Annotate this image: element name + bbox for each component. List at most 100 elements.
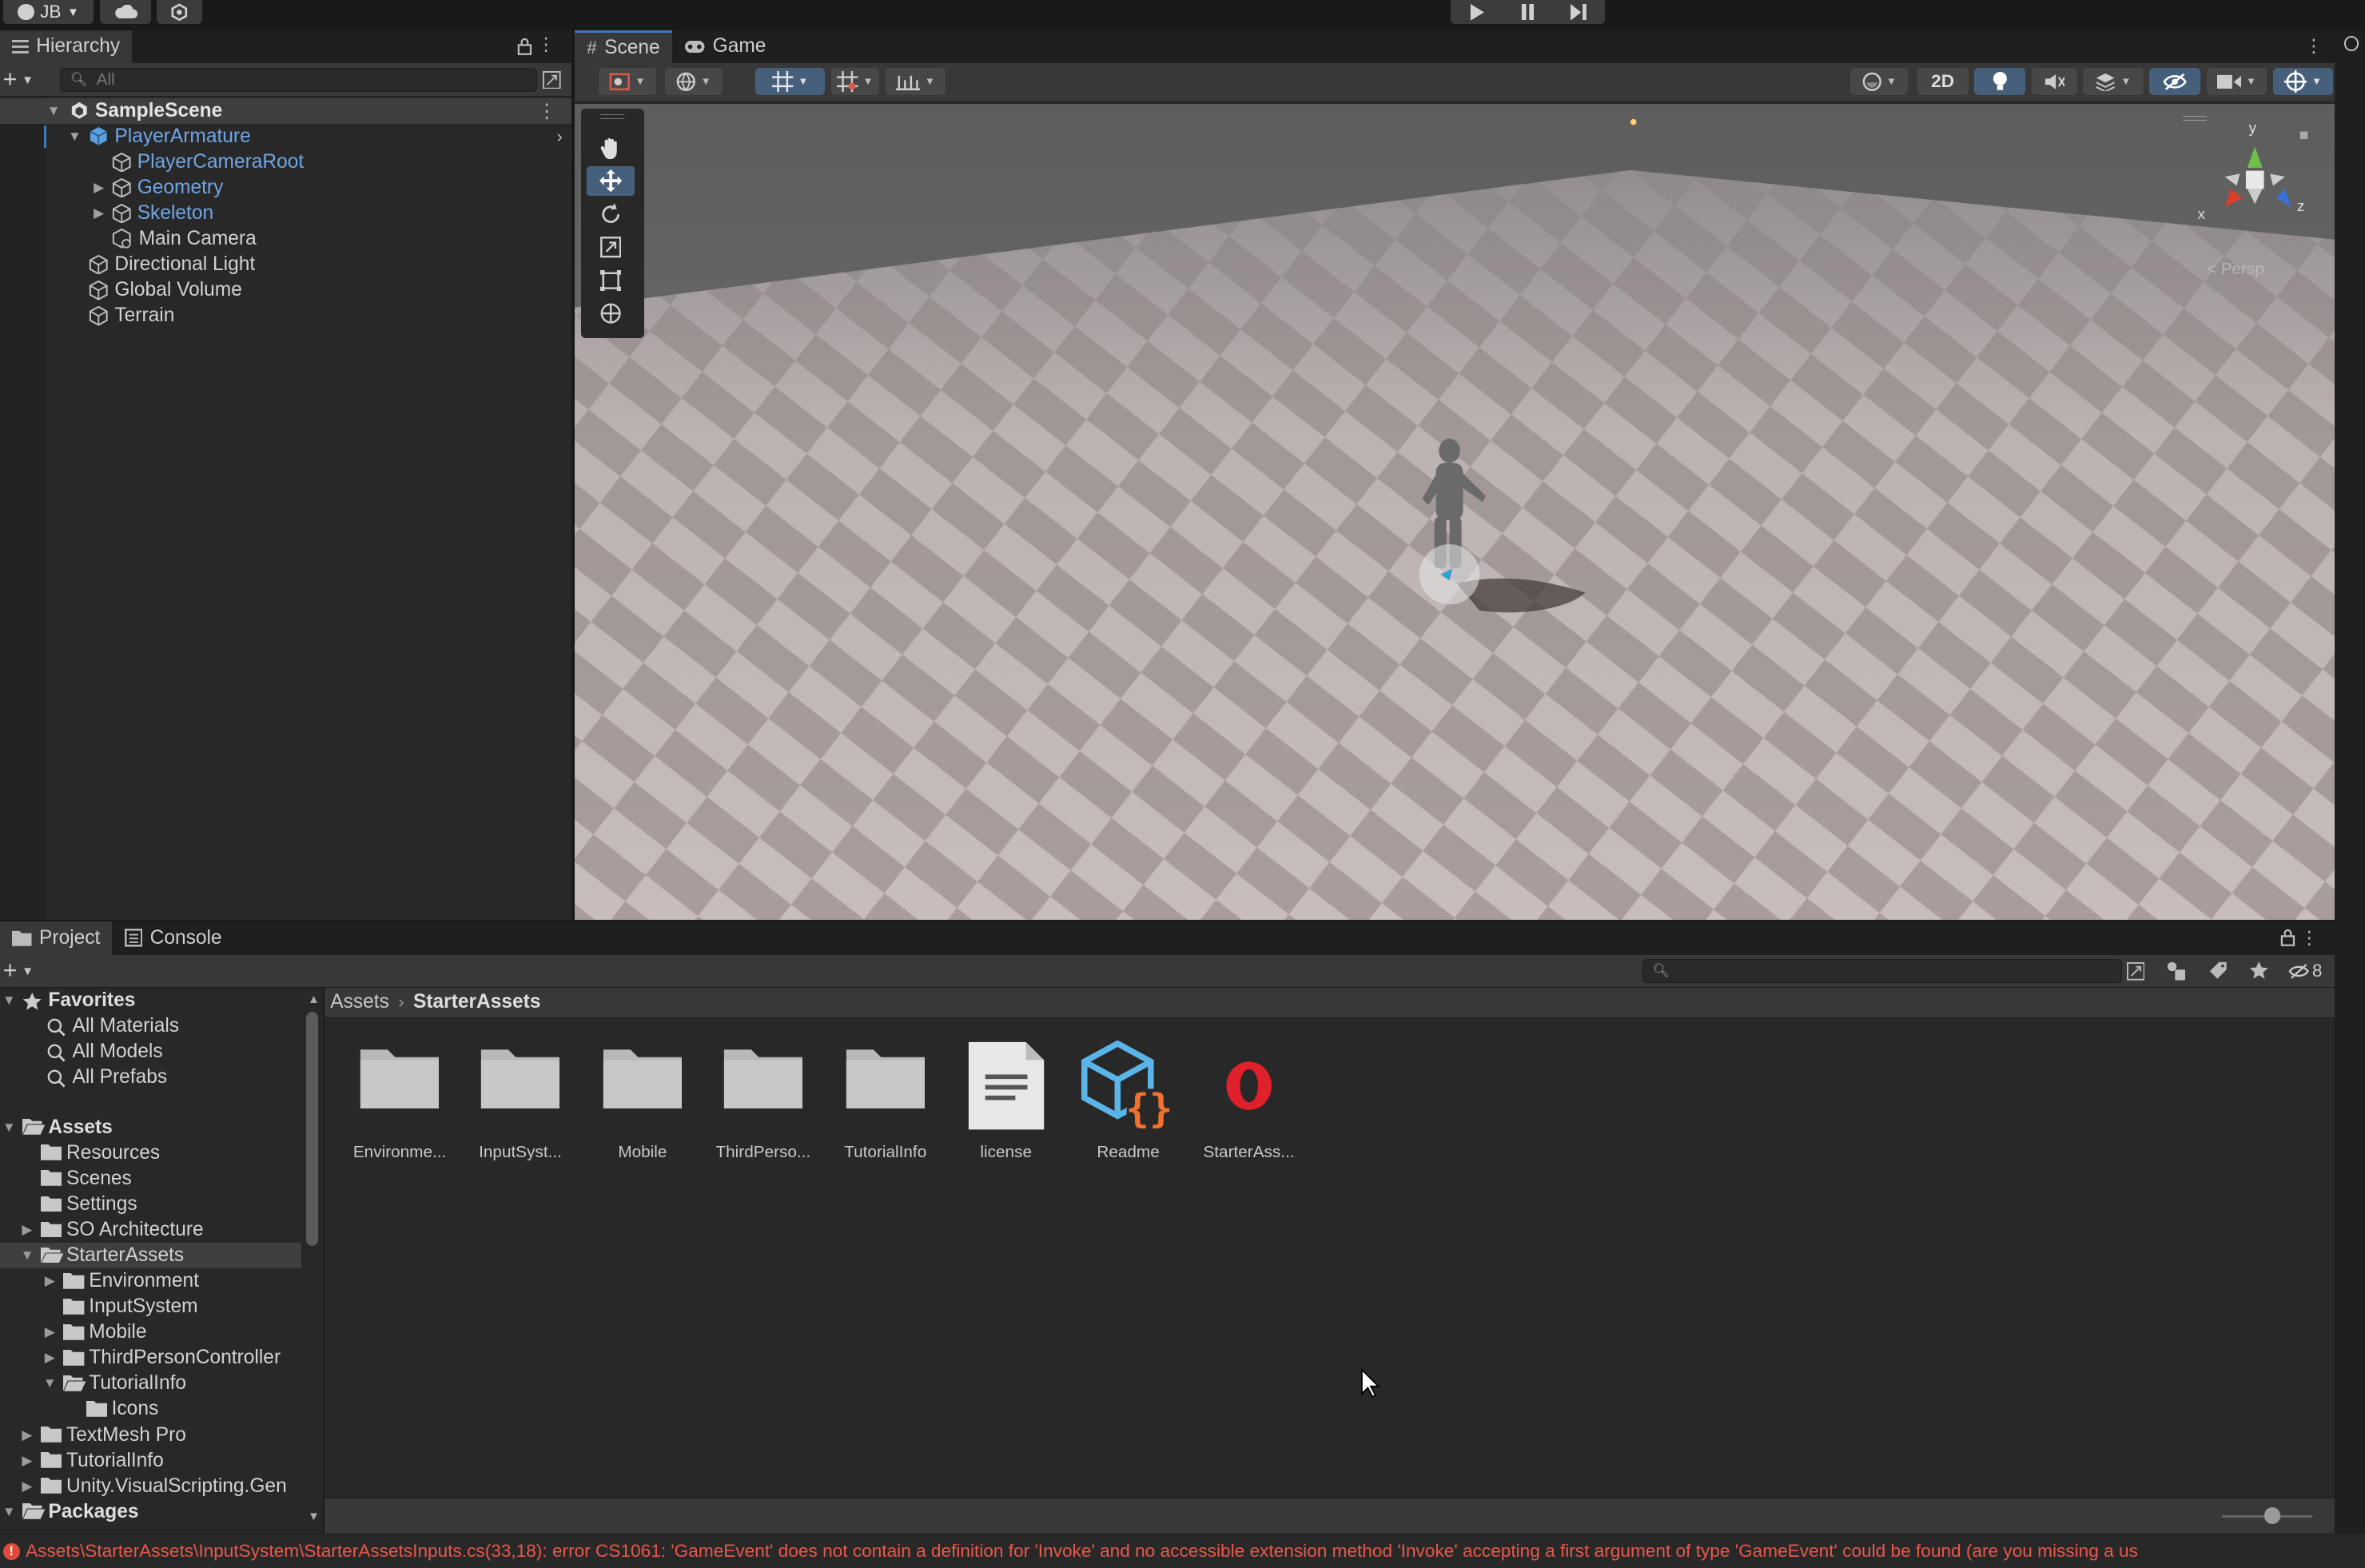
expand-arrow-right-icon[interactable]: ▶ (18, 1427, 37, 1443)
create-asset-button[interactable]: + ▼ (3, 957, 34, 985)
scroll-up-arrow-icon[interactable]: ▲ (308, 993, 320, 1006)
more-options-icon[interactable]: ⋮ (537, 35, 555, 54)
breadcrumb-starterassets[interactable]: StarterAssets (413, 991, 540, 1013)
expand-arrow-icon[interactable]: ▶ (90, 180, 107, 197)
status-bar[interactable]: ! Assets\StarterAssets\InputSystem\Start… (0, 1534, 2365, 1568)
hidden-packages-toggle[interactable]: 8 (2288, 961, 2322, 981)
hierarchy-item-main-camera[interactable]: Main Camera (0, 226, 571, 252)
expand-arrow-down-icon[interactable]: ▼ (41, 1375, 59, 1391)
lock-icon[interactable] (517, 38, 532, 56)
more-options-icon[interactable]: ⋮ (2305, 36, 2323, 57)
filter-by-label-icon[interactable] (2208, 961, 2228, 981)
hierarchy-item-terrain[interactable]: Terrain (0, 303, 571, 328)
more-options-icon[interactable]: ⋮ (537, 99, 557, 123)
asset-item-tutorialinfo[interactable]: TutorialInfo (826, 1041, 944, 1162)
drag-handle[interactable] (2182, 116, 2207, 121)
asset-item-readme[interactable]: {} Readme (1069, 1041, 1187, 1162)
project-search-input[interactable]: 🔍︎ (1642, 959, 2123, 984)
play-button[interactable] (1451, 0, 1503, 25)
favorite-star-icon[interactable] (2249, 961, 2269, 981)
scene-viewport[interactable]: y x z < Persp (574, 104, 2335, 921)
tab-scene[interactable]: # Scene (574, 30, 672, 64)
draw-mode-button[interactable]: ▼ (599, 67, 656, 95)
expand-arrow-right-icon[interactable]: ▶ (41, 1350, 59, 1366)
info-icon[interactable] (2343, 36, 2359, 52)
expand-arrow-down-icon[interactable]: ▼ (0, 1504, 18, 1520)
project-tree-item[interactable]: Settings (0, 1192, 301, 1217)
asset-item-mobile[interactable]: Mobile (583, 1041, 701, 1162)
filter-by-type-icon[interactable] (2166, 961, 2186, 981)
increment-snap-button[interactable]: ▼ (830, 67, 880, 95)
scroll-down-arrow-icon[interactable]: ▼ (308, 1510, 320, 1523)
project-tree-item[interactable]: ▶ TextMesh Pro (0, 1423, 301, 1448)
expand-arrow-down-icon[interactable]: ▼ (18, 1248, 37, 1264)
hierarchy-item-skeleton[interactable]: ▶ Skeleton (0, 201, 571, 226)
move-tool-button[interactable] (587, 165, 635, 197)
2d-mode-button[interactable]: 2D (1917, 67, 1969, 95)
hierarchy-item-samplescene[interactable]: ▼ SampleScene ⋮ (0, 98, 572, 124)
lock-icon[interactable] (2280, 929, 2295, 947)
expand-arrow-icon[interactable]: ▼ (46, 102, 62, 119)
rotate-tool-button[interactable] (587, 199, 635, 229)
project-tree-item[interactable]: ▼ Favorites (0, 988, 301, 1013)
camera-settings-button[interactable]: ▼ (2206, 67, 2267, 95)
hand-tool-button[interactable] (587, 133, 635, 163)
project-tree-item[interactable]: ▼ TutorialInfo (0, 1371, 301, 1396)
scale-tool-button[interactable] (587, 233, 635, 263)
project-tree-item[interactable]: Icons (0, 1396, 301, 1422)
render-mode-button[interactable]: ▼ (665, 67, 723, 95)
drag-handle[interactable] (600, 114, 625, 120)
orientation-gizmo[interactable]: y x z < Persp (2182, 113, 2319, 294)
expand-arrow-icon[interactable]: ▶ (90, 205, 107, 222)
step-button[interactable] (1553, 0, 1605, 25)
project-tree-item[interactable]: All Materials (0, 1013, 301, 1039)
scene-visibility-icon[interactable] (543, 70, 561, 90)
project-tree-item[interactable]: ▶ Environment (0, 1268, 301, 1294)
transform-tool-button[interactable] (587, 299, 635, 329)
scrollbar-thumb[interactable] (306, 1012, 319, 1246)
projection-label[interactable]: < Persp (2207, 260, 2264, 279)
tab-console[interactable]: Console (112, 921, 233, 955)
tab-game[interactable]: Game (672, 30, 778, 64)
align-button[interactable]: ▼ (885, 67, 946, 95)
expand-arrow-icon[interactable]: ▼ (66, 128, 83, 145)
project-tree-item[interactable]: ▼ StarterAssets (0, 1242, 302, 1269)
asset-item-thirdpersoncontroller[interactable]: ThirdPerso... (704, 1041, 822, 1162)
hierarchy-item-playerarmature[interactable]: ▼ PlayerArmature › (0, 124, 571, 149)
breadcrumb-assets[interactable]: Assets (330, 991, 389, 1013)
project-tree-item[interactable]: Scenes (0, 1166, 301, 1192)
chevron-right-icon[interactable]: › (556, 126, 563, 147)
audio-toggle[interactable] (2031, 67, 2077, 95)
tree-scrollbar[interactable]: ▲ ▼ (303, 988, 323, 1534)
zoom-slider-thumb[interactable] (2263, 1507, 2281, 1524)
tab-project[interactable]: Project (0, 921, 113, 955)
lighting-toggle[interactable]: ▼ (1850, 67, 1909, 95)
project-tree-item[interactable]: All Prefabs (0, 1065, 301, 1090)
hidden-objects-toggle[interactable] (2149, 67, 2201, 95)
expand-arrow-right-icon[interactable]: ▶ (18, 1478, 37, 1494)
asset-item-inputsystem[interactable]: InputSyst... (461, 1041, 579, 1162)
project-tree-item[interactable]: ▶ Mobile (0, 1319, 301, 1345)
asset-item-starterassets[interactable]: StarterAss... (1190, 1041, 1308, 1162)
project-tree-item[interactable]: InputSystem (0, 1294, 301, 1319)
project-tree-item[interactable]: ▶ Unity.VisualScripting.Gen (0, 1474, 301, 1499)
expand-arrow-down-icon[interactable]: ▼ (0, 1120, 18, 1136)
project-tree-item[interactable]: ▶ TutorialInfo (0, 1448, 301, 1474)
expand-arrow-right-icon[interactable]: ▶ (18, 1453, 37, 1469)
hierarchy-item-directional-light[interactable]: Directional Light (0, 252, 571, 277)
expand-arrow-right-icon[interactable]: ▶ (41, 1273, 59, 1289)
collab-button[interactable] (157, 0, 202, 25)
hierarchy-search-input[interactable]: 🔍︎ All (60, 67, 537, 93)
hierarchy-item-playercameraroot[interactable]: PlayerCameraRoot (0, 149, 571, 175)
pause-button[interactable] (1502, 0, 1554, 25)
project-tree-item[interactable]: ▼ Assets (0, 1115, 301, 1140)
project-tree-item[interactable]: ▶ ThirdPersonController (0, 1345, 301, 1371)
hierarchy-item-geometry[interactable]: ▶ Geometry (0, 175, 571, 201)
tab-hierarchy[interactable]: Hierarchy (0, 30, 133, 64)
asset-item-environment[interactable]: Environme... (340, 1041, 458, 1162)
asset-item-license[interactable]: license (947, 1041, 1065, 1162)
project-tree-item[interactable]: ▶ SO Architecture (0, 1217, 301, 1243)
hierarchy-item-global-volume[interactable]: Global Volume (0, 277, 571, 303)
effects-button[interactable]: ▼ (2083, 67, 2144, 95)
rect-tool-button[interactable] (587, 265, 635, 296)
